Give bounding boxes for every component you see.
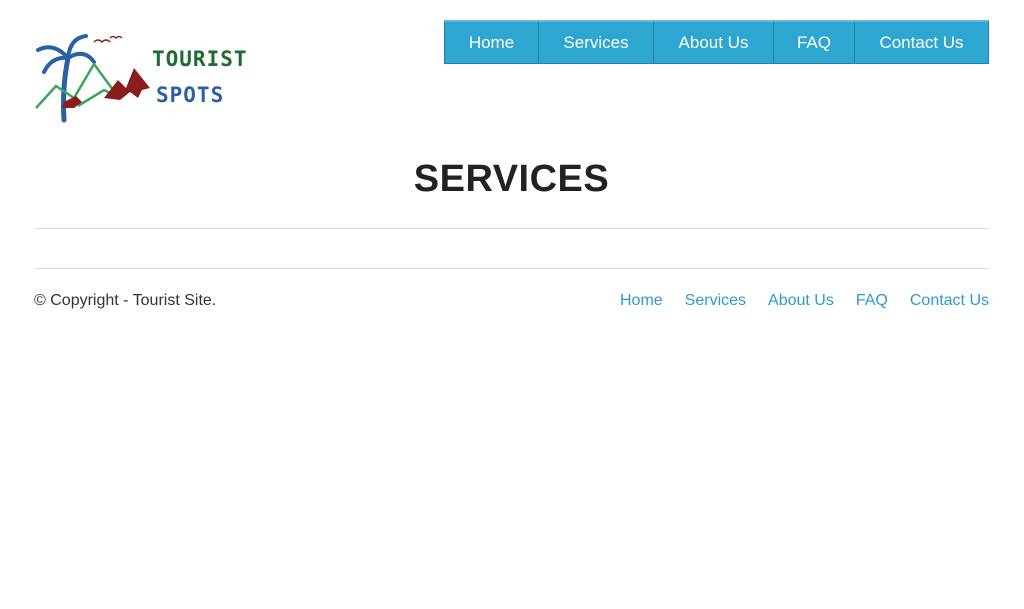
footer-link-services[interactable]: Services bbox=[685, 292, 746, 310]
nav-faq[interactable]: FAQ bbox=[774, 22, 855, 63]
footer-link-home[interactable]: Home bbox=[620, 292, 663, 310]
footer-nav: Home Services About Us FAQ Contact Us bbox=[620, 292, 989, 310]
page-title: SERVICES bbox=[413, 158, 610, 200]
nav-about-us[interactable]: About Us bbox=[654, 22, 774, 63]
footer-link-contact-us[interactable]: Contact Us bbox=[910, 292, 989, 310]
footer-link-about-us[interactable]: About Us bbox=[768, 292, 834, 310]
logo-text-line1: TOURIST bbox=[152, 47, 248, 71]
content-divider bbox=[34, 228, 989, 229]
logo-text-line2: SPOTS bbox=[156, 83, 224, 107]
main-nav: Home Services About Us FAQ Contact Us bbox=[444, 20, 989, 64]
copyright-text: © Copyright - Tourist Site. bbox=[34, 292, 217, 309]
site-logo[interactable]: TOURIST SPOTS bbox=[34, 28, 249, 126]
nav-services[interactable]: Services bbox=[539, 22, 654, 63]
palm-mountains-logo: TOURIST SPOTS bbox=[35, 34, 248, 123]
nav-home[interactable]: Home bbox=[445, 22, 539, 63]
nav-contact-us[interactable]: Contact Us bbox=[855, 22, 988, 63]
footer-link-faq[interactable]: FAQ bbox=[856, 292, 888, 310]
footer-divider bbox=[34, 268, 989, 269]
